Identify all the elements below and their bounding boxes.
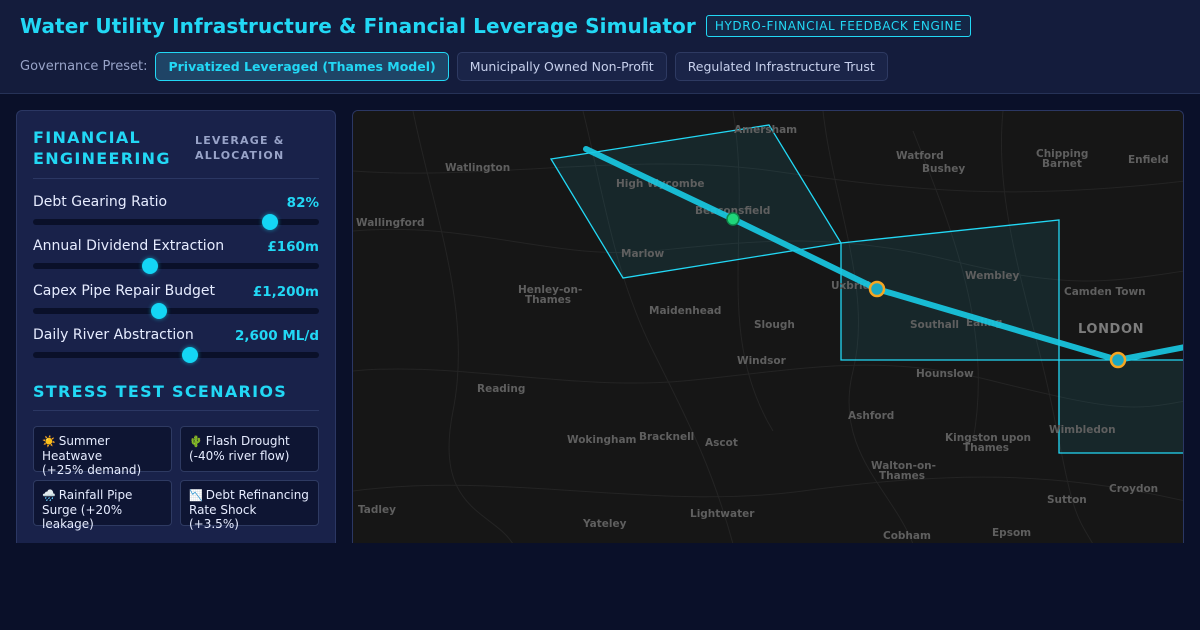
- town-label: Wimbledon: [1049, 424, 1116, 436]
- scenario-rate-shock-button[interactable]: 📉 Debt Refinancing Rate Shock (+3.5%): [180, 480, 319, 531]
- slider-thumb[interactable]: [142, 258, 159, 274]
- scenario-line2: (-40% river flow): [189, 449, 290, 463]
- slider-value: £1,200m: [252, 284, 319, 300]
- town-label: Thames: [525, 294, 571, 306]
- slider-label: Debt Gearing Ratio: [33, 194, 168, 210]
- town-label: Barnet: [1042, 158, 1082, 170]
- slider-value: 2,600 ML/d: [234, 328, 319, 344]
- town-label: Windsor: [737, 355, 787, 367]
- scenario-line2: (+25% demand): [42, 463, 142, 477]
- financial-title-line2: ENGINEERING: [33, 149, 171, 168]
- slider-label: Daily River Abstraction: [33, 327, 194, 343]
- slider-debt-gearing: Debt Gearing Ratio 82%: [33, 194, 319, 234]
- preset-municipal-button[interactable]: Municipally Owned Non-Profit: [456, 52, 667, 81]
- financial-engineering-title: FINANCIAL ENGINEERING: [33, 127, 171, 169]
- slider-track[interactable]: [33, 347, 319, 363]
- scenario-line1: Debt Refinancing: [205, 488, 309, 502]
- scenario-flash-drought-button[interactable]: 🌵 Flash Drought (-40% river flow): [180, 426, 319, 472]
- treatment-works-warning-node[interactable]: [1109, 351, 1127, 369]
- rain-cloud-icon: 🌧️: [42, 489, 56, 502]
- town-label: Thames: [879, 470, 925, 482]
- governance-preset-label: Governance Preset:: [20, 59, 148, 74]
- scenario-line1: Flash Drought: [205, 434, 290, 448]
- town-label: Yateley: [582, 518, 627, 530]
- cactus-icon: 🌵: [189, 435, 203, 448]
- scenario-summer-heatwave-button[interactable]: ☀️ Summer Heatwave (+25% demand): [33, 426, 172, 477]
- financial-title-line1: FINANCIAL: [33, 128, 142, 147]
- chart-down-icon: 📉: [189, 489, 203, 502]
- town-label: Amersham: [734, 124, 797, 136]
- town-label: Croydon: [1109, 483, 1158, 495]
- town-label: Ascot: [705, 437, 738, 449]
- slider-capex-budget: Capex Pipe Repair Budget £1,200m: [33, 283, 319, 323]
- town-label: Bushey: [922, 163, 965, 175]
- slider-value: 82%: [286, 195, 319, 211]
- slider-value: £160m: [267, 239, 319, 255]
- slider-thumb[interactable]: [182, 347, 199, 363]
- preset-trust-button[interactable]: Regulated Infrastructure Trust: [674, 52, 888, 81]
- slider-label: Capex Pipe Repair Budget: [33, 283, 215, 299]
- scenario-line1: Rainfall Pipe: [58, 488, 133, 502]
- town-label: Thames: [963, 442, 1009, 454]
- financial-engineering-header: FINANCIAL ENGINEERING LEVERAGE & ALLOCAT…: [33, 127, 319, 169]
- town-label: Wokingham: [567, 434, 637, 446]
- pump-station-warning-node[interactable]: [868, 280, 886, 298]
- scenario-line2: Surge (+20% leakage): [42, 503, 123, 531]
- subtitle-line1: LEVERAGE &: [195, 134, 285, 147]
- subtitle-line2: ALLOCATION: [195, 149, 285, 162]
- town-label: Reading: [477, 383, 525, 395]
- infrastructure-map[interactable]: Amersham Watford Bushey Chipping Barnet …: [352, 110, 1184, 543]
- town-label: Camden Town: [1064, 286, 1146, 298]
- town-label: Watlington: [445, 162, 510, 174]
- section-divider: [33, 410, 319, 411]
- town-label: Southall: [910, 319, 959, 331]
- town-label: Cobham: [883, 530, 931, 542]
- town-label: Marlow: [621, 248, 665, 260]
- town-label: Watford: [896, 150, 944, 162]
- town-label-london: LONDON: [1078, 322, 1144, 337]
- sun-icon: ☀️: [42, 435, 56, 448]
- town-label: Lightwater: [690, 508, 755, 520]
- slider-track[interactable]: [33, 258, 319, 274]
- slider-dividend-extraction: Annual Dividend Extraction £160m: [33, 238, 319, 278]
- section-divider: [33, 178, 319, 179]
- stress-test-title: STRESS TEST SCENARIOS: [33, 382, 288, 401]
- leverage-allocation-subtitle: LEVERAGE & ALLOCATION: [195, 133, 319, 163]
- scenario-grid: ☀️ Summer Heatwave (+25% demand) 🌵 Flash D…: [33, 426, 319, 531]
- slider-thumb[interactable]: [262, 214, 279, 230]
- abstraction-node-healthy[interactable]: [726, 212, 740, 226]
- town-label: Tadley: [358, 504, 396, 516]
- slider-track[interactable]: [33, 214, 319, 230]
- town-label: Maidenhead: [649, 305, 721, 317]
- town-label: Epsom: [992, 527, 1031, 539]
- map-canvas[interactable]: Amersham Watford Bushey Chipping Barnet …: [353, 111, 1184, 543]
- town-label: Bracknell: [639, 431, 694, 443]
- title-row: Water Utility Infrastructure & Financial…: [20, 14, 972, 38]
- scenario-rainfall-surge-button[interactable]: 🌧️ Rainfall Pipe Surge (+20% leakage): [33, 480, 172, 531]
- town-label: Sutton: [1047, 494, 1087, 506]
- slider-label: Annual Dividend Extraction: [33, 238, 225, 254]
- town-label: Enfield: [1128, 154, 1169, 166]
- town-label: Ashford: [848, 410, 894, 422]
- slider-river-abstraction: Daily River Abstraction 2,600 ML/d: [33, 327, 319, 367]
- stress-test-header: STRESS TEST SCENARIOS: [33, 381, 319, 402]
- town-label: Wallingford: [356, 217, 425, 229]
- scenario-line2: Rate Shock (+3.5%): [189, 503, 257, 531]
- app-header: Water Utility Infrastructure & Financial…: [0, 0, 1200, 94]
- town-label: Slough: [754, 319, 795, 331]
- town-label: Wembley: [965, 270, 1020, 282]
- slider-thumb[interactable]: [150, 303, 167, 319]
- app-title: Water Utility Infrastructure & Financial…: [20, 14, 696, 38]
- governance-preset-bar: Governance Preset: Privatized Leveraged …: [20, 52, 888, 81]
- catchment-zone-east[interactable]: [1058, 359, 1184, 454]
- slider-track[interactable]: [33, 303, 319, 319]
- preset-privatized-button[interactable]: Privatized Leveraged (Thames Model): [155, 52, 449, 81]
- town-label: Hounslow: [916, 368, 974, 380]
- control-panel: FINANCIAL ENGINEERING LEVERAGE & ALLOCAT…: [16, 110, 336, 543]
- engine-badge: HYDRO-FINANCIAL FEEDBACK ENGINE: [705, 15, 972, 37]
